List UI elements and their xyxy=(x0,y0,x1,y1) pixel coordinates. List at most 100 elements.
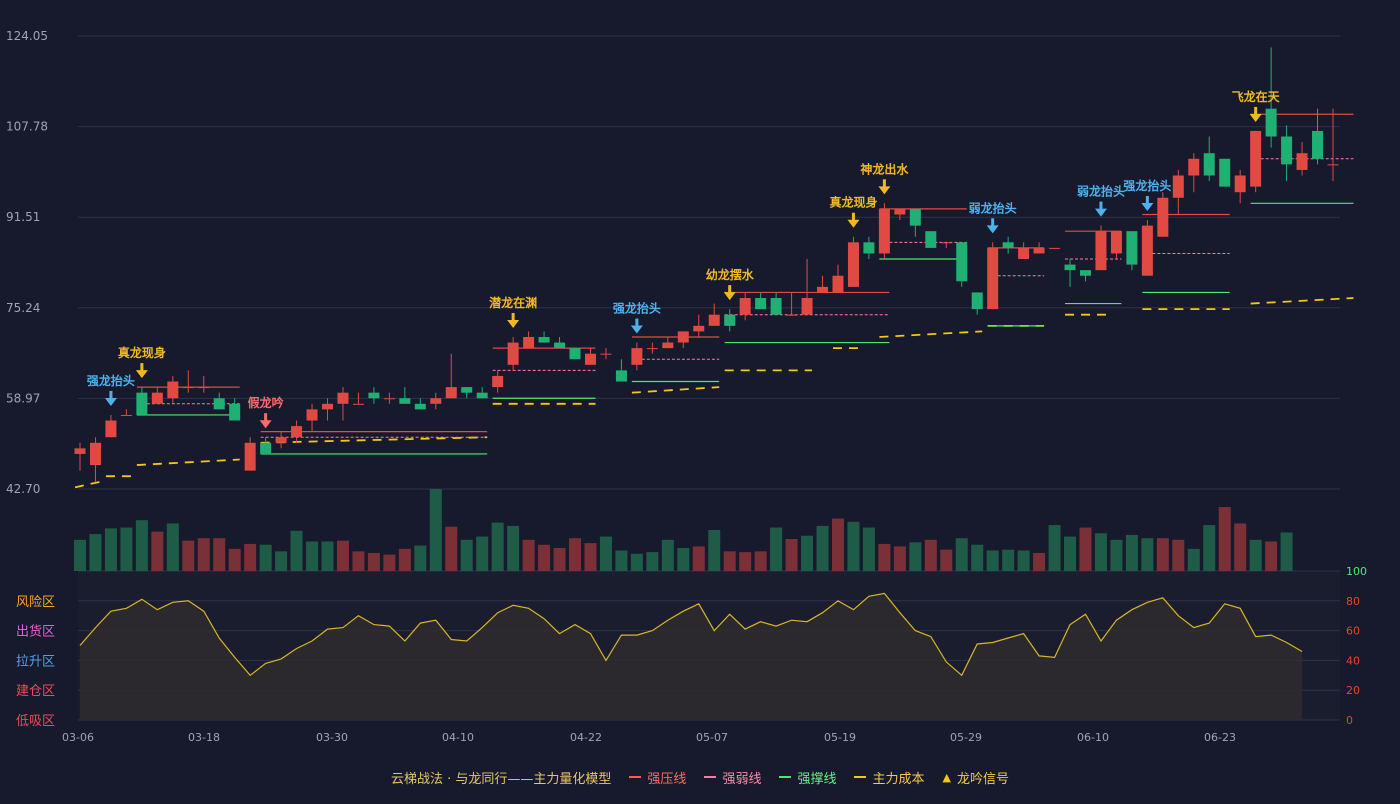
volume-bar xyxy=(940,549,953,571)
volume-bar xyxy=(1265,541,1278,571)
candle-body xyxy=(1188,158,1200,176)
legend-item-signal: ▲ 龙吟信号 xyxy=(942,768,1008,787)
oscillator-tick-label: 20 xyxy=(1346,684,1360,697)
volume-bar xyxy=(831,518,844,571)
candle-body xyxy=(1327,164,1339,166)
signal-arrow-icon xyxy=(104,397,117,406)
main-cost-line xyxy=(879,330,983,338)
legend-item-cost: 主力成本 xyxy=(854,768,924,787)
candle-body xyxy=(213,398,225,410)
candle-body xyxy=(383,398,395,400)
candle-body xyxy=(693,325,705,332)
volume-bar xyxy=(1249,539,1262,571)
candle-body xyxy=(1219,158,1231,187)
signal-arrow-stem xyxy=(109,390,113,399)
signal-label: 强龙抬头 xyxy=(613,301,661,316)
volume-bar xyxy=(584,543,597,571)
candle-body xyxy=(554,342,566,349)
oscillator-tick-label: 80 xyxy=(1346,595,1360,608)
price-tick-label: 75.24 xyxy=(6,301,40,315)
volume-bar xyxy=(1156,538,1169,571)
candle-body xyxy=(1296,153,1308,170)
volume-bar xyxy=(878,543,891,571)
volume-bar xyxy=(151,531,164,571)
volume-bar xyxy=(1033,552,1046,571)
oscillator-tick-label: 40 xyxy=(1346,654,1360,667)
volume-bar xyxy=(847,521,860,571)
volume-bar xyxy=(599,536,612,571)
signal-label: 真龙现身 xyxy=(829,195,877,210)
volume-bar xyxy=(120,527,133,571)
candle-body xyxy=(1234,175,1246,193)
signal-arrow-stem xyxy=(728,285,732,294)
volume-bar xyxy=(1172,539,1185,571)
legend-swatch-support xyxy=(779,776,792,778)
legend-label-signal: 龙吟信号 xyxy=(956,771,1009,787)
candle-body xyxy=(1049,247,1061,249)
volume-bar xyxy=(352,551,365,571)
candle-body xyxy=(1002,242,1014,248)
candle-body xyxy=(352,403,364,405)
candle-body xyxy=(322,403,334,410)
candle-body xyxy=(368,392,380,399)
candle-body xyxy=(538,336,550,343)
legend-item-pressure: 强压线 xyxy=(629,768,686,787)
candle-body xyxy=(1157,197,1169,237)
oscillator-zone-label: 低吸区 xyxy=(16,714,55,729)
signal-arrow-stem xyxy=(1254,106,1258,115)
candle-body xyxy=(476,392,488,399)
signal-label: 真龙现身 xyxy=(118,345,166,360)
candle-body xyxy=(863,242,875,254)
volume-bar xyxy=(182,540,195,571)
volume-bar xyxy=(104,528,117,571)
volume-bar xyxy=(228,548,241,571)
legend-swatch-cost xyxy=(854,776,867,778)
main-cost-line xyxy=(74,480,101,489)
volume-bar xyxy=(1125,534,1138,571)
candle-body xyxy=(182,387,194,389)
volume-bar xyxy=(383,554,396,571)
chart-legend: 云梯战法 · 与龙同行——主力量化模型 强压线 强弱线 强撑线 主力成本 ▲ 龙… xyxy=(0,766,1400,788)
candle-body xyxy=(894,208,906,215)
volume-bar xyxy=(538,544,551,571)
volume-bar xyxy=(692,546,705,571)
price-tick-label: 124.05 xyxy=(6,29,48,43)
volume-bar xyxy=(1017,550,1030,571)
oscillator-zone-label: 出货区 xyxy=(16,624,55,640)
candle-body xyxy=(631,348,643,365)
volume-bar xyxy=(1218,507,1231,571)
price-tick-label: 107.78 xyxy=(6,120,48,134)
main-cost-line xyxy=(1250,297,1354,305)
volume-bar xyxy=(367,552,380,571)
volume-bar xyxy=(862,527,875,571)
volume-bar xyxy=(924,539,937,571)
oscillator-tick-label: 100 xyxy=(1346,565,1367,578)
main-cost-line xyxy=(260,436,488,444)
candle-body xyxy=(847,242,859,287)
signal-arrow-stem xyxy=(635,318,639,327)
candle-body xyxy=(646,348,658,350)
signal-arrow-stem xyxy=(991,218,995,227)
volume-bar xyxy=(785,539,798,571)
candle-body xyxy=(74,448,86,454)
volume-bar xyxy=(1187,548,1200,571)
candle-body xyxy=(600,353,612,355)
candle-body xyxy=(739,297,751,315)
candle-body xyxy=(786,314,798,316)
candle-body xyxy=(1110,231,1122,254)
volume-bar xyxy=(1110,539,1123,571)
candle-body xyxy=(244,442,256,471)
oscillator-zone-label: 拉升区 xyxy=(16,654,55,669)
legend-swatch-pressure xyxy=(629,776,642,778)
candle-body xyxy=(507,342,519,365)
volume-bar xyxy=(1079,527,1092,571)
date-tick-label: 05-29 xyxy=(950,731,982,744)
volume-bar xyxy=(398,548,411,571)
candle-body xyxy=(770,297,782,315)
signal-label: 强龙抬头 xyxy=(87,373,135,388)
signal-arrow-stem xyxy=(140,363,144,372)
signal-arrow-stem xyxy=(851,212,855,221)
signal-arrow-icon xyxy=(723,292,736,301)
signal-label: 潜龙在渊 xyxy=(489,295,537,310)
volume-bar xyxy=(522,539,535,571)
